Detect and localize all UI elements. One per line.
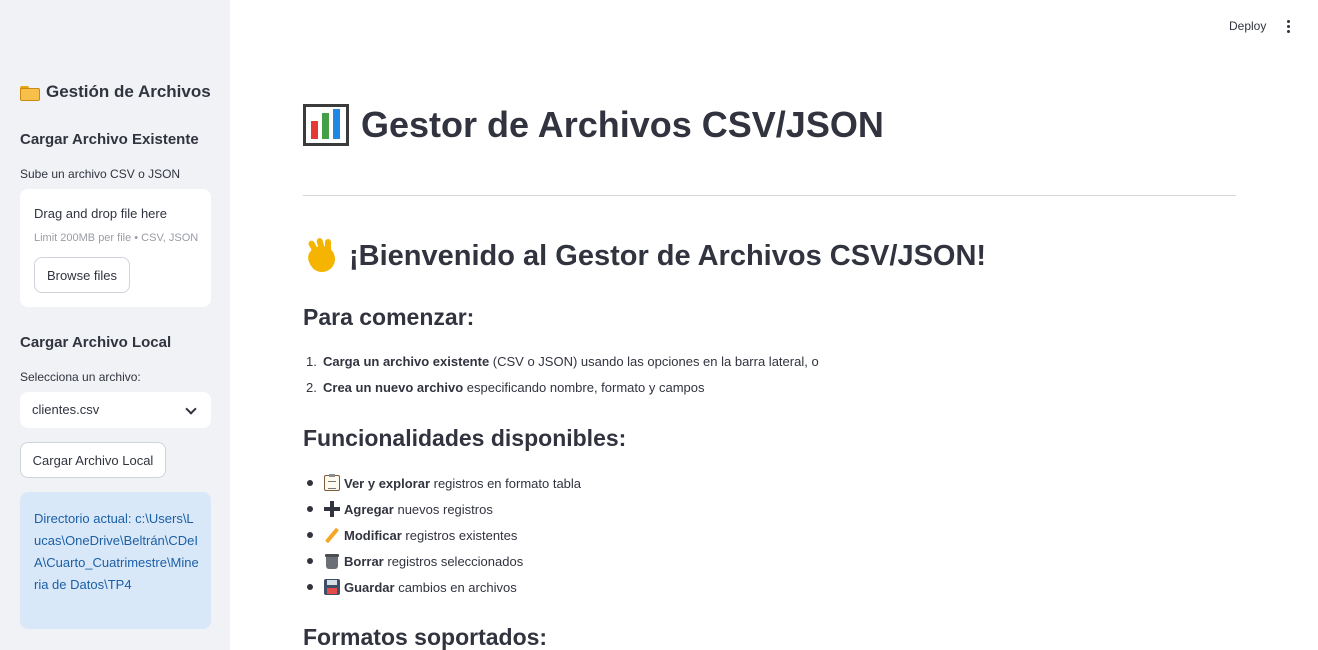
list-item: Modificar registros existentes xyxy=(306,527,517,543)
folder-icon xyxy=(20,85,40,101)
upload-label: Sube un archivo CSV o JSON xyxy=(20,167,181,181)
chevron-down-icon xyxy=(185,403,197,415)
list-item: Ver y explorar registros en formato tabl… xyxy=(306,474,581,491)
clipboard-icon xyxy=(324,474,340,491)
sidebar-title-text: Gestión de Archivos xyxy=(46,82,211,101)
floppy-disk-icon xyxy=(324,579,340,595)
formats-heading: Formatos soportados: xyxy=(303,624,548,650)
divider xyxy=(303,195,1236,196)
kebab-menu-icon[interactable] xyxy=(1286,20,1292,34)
features-heading: Funcionalidades disponibles: xyxy=(303,425,627,451)
start-heading: Para comenzar: xyxy=(303,304,475,330)
file-select[interactable]: clientes.csv xyxy=(20,392,211,428)
file-select-value: clientes.csv xyxy=(32,402,100,417)
dropzone-limit: Limit 200MB per file • CSV, JSON xyxy=(34,232,199,244)
waving-hand-icon xyxy=(303,237,341,277)
pencil-icon xyxy=(324,527,340,543)
file-dropzone[interactable]: Drag and drop file here Limit 200MB per … xyxy=(20,189,211,307)
bullet xyxy=(307,558,313,564)
load-local-file-button[interactable]: Cargar Archivo Local xyxy=(20,442,166,478)
page-title-text: Gestor de Archivos CSV/JSON xyxy=(361,104,884,145)
deploy-button[interactable]: Deploy xyxy=(1229,19,1266,33)
bullet xyxy=(307,506,313,512)
list-item: Guardar cambios en archivos xyxy=(306,579,517,595)
upload-section-heading: Cargar Archivo Existente xyxy=(20,131,199,148)
sidebar: Gestión de Archivos Cargar Archivo Exist… xyxy=(0,0,230,650)
directory-info-text: Directorio actual: c:\Users\Lucas\OneDri… xyxy=(34,511,199,592)
bullet xyxy=(307,584,313,590)
bullet xyxy=(307,480,313,486)
welcome-heading-text: ¡Bienvenido al Gestor de Archivos CSV/JS… xyxy=(349,239,987,272)
welcome-heading: ¡Bienvenido al Gestor de Archivos CSV/JS… xyxy=(303,237,987,277)
sidebar-title: Gestión de Archivos xyxy=(20,82,211,102)
bar-chart-icon xyxy=(303,104,349,146)
list-item: 2. Crea un nuevo archivo especificando n… xyxy=(306,380,705,395)
browse-files-button[interactable]: Browse files xyxy=(34,257,130,293)
plus-icon xyxy=(324,501,340,517)
list-item: 1. Carga un archivo existente (CSV o JSO… xyxy=(306,354,819,369)
bullet xyxy=(307,532,313,538)
trash-icon xyxy=(324,553,340,569)
page-title: Gestor de Archivos CSV/JSON xyxy=(303,104,884,146)
local-select-label: Selecciona un archivo: xyxy=(20,370,141,384)
dropzone-title: Drag and drop file here xyxy=(34,206,167,221)
local-section-heading: Cargar Archivo Local xyxy=(20,334,172,351)
list-item: Agregar nuevos registros xyxy=(306,501,493,517)
directory-info-box: Directorio actual: c:\Users\Lucas\OneDri… xyxy=(20,492,211,629)
list-item: Borrar registros seleccionados xyxy=(306,553,523,569)
